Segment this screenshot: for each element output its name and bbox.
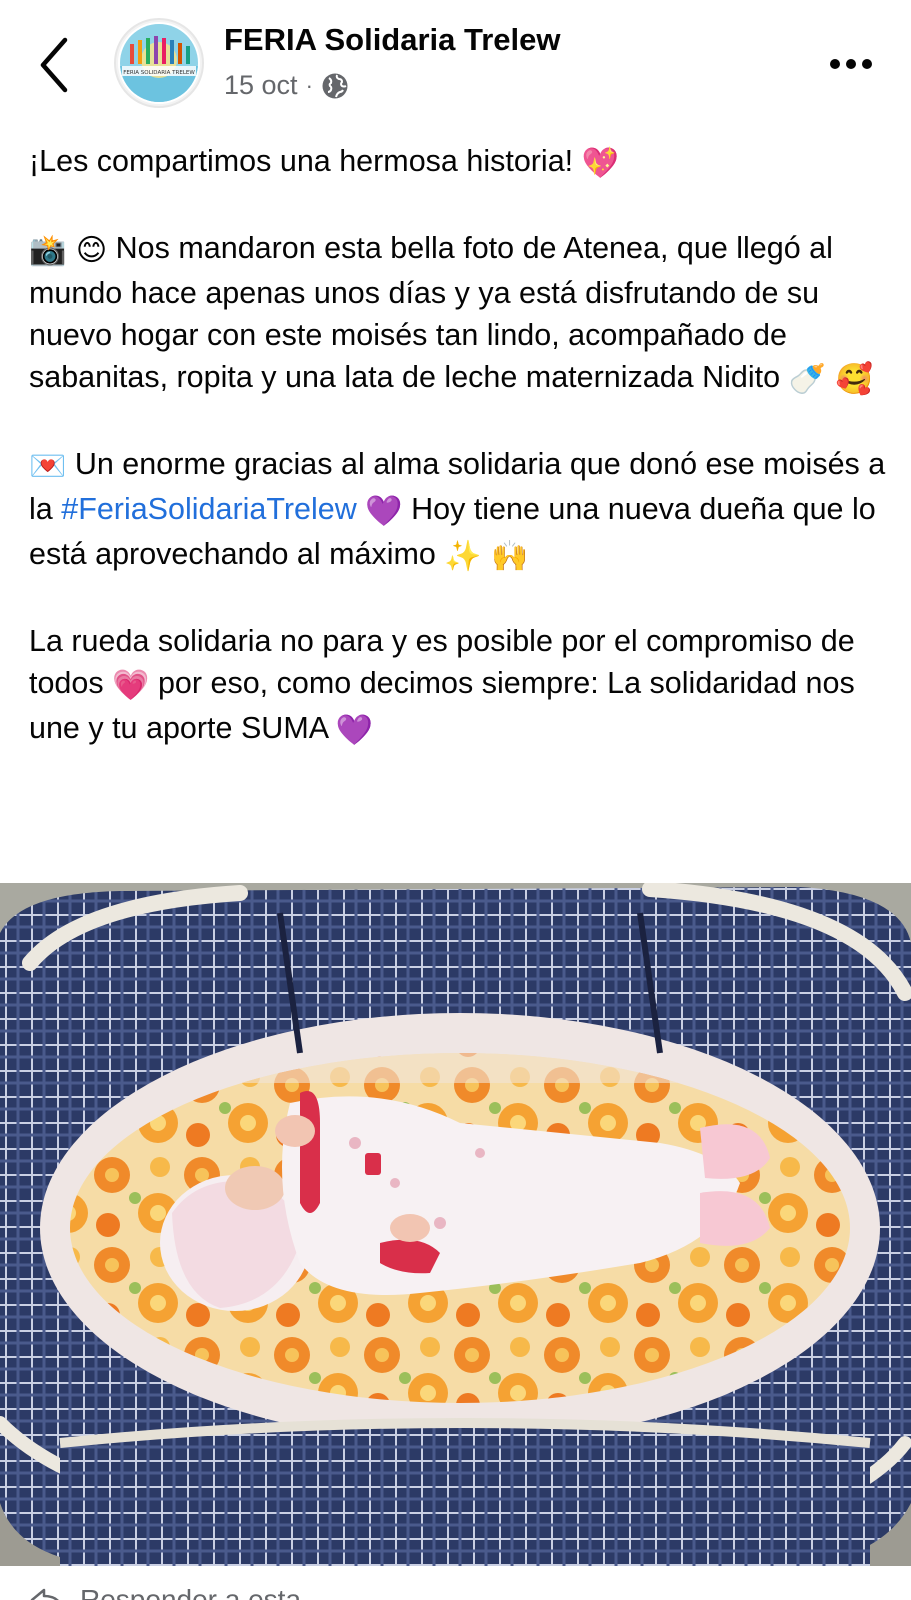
svg-text:FERIA SOLIDARIA TRELEW: FERIA SOLIDARIA TRELEW (123, 70, 195, 76)
post-paragraph-4: La rueda solidaria no para y es posible … (29, 620, 889, 752)
growing-heart-icon: 💗 (112, 668, 150, 703)
chevron-left-icon (40, 37, 68, 93)
love-letter-icon: 💌 (29, 449, 67, 484)
post-paragraph-3: 💌 Un enorme gracias al alma solidaria qu… (29, 443, 889, 578)
back-button[interactable] (30, 30, 78, 100)
post-paragraph-1: ¡Les compartimos una hermosa historia! 💖 (29, 140, 889, 185)
camera-smile-icon: 📸 😊 (29, 233, 108, 268)
post-page: FERIA SOLIDARIA TRELEW FERIA Solidaria T… (0, 0, 911, 1600)
sparkles-hands-icon: ✨ 🙌 (444, 539, 529, 574)
more-options-button[interactable] (821, 42, 881, 86)
purple-heart-icon: 💜 (335, 713, 374, 748)
globe-icon[interactable] (321, 72, 349, 100)
post-date[interactable]: 15 oct (224, 70, 298, 101)
page-name[interactable]: FERIA Solidaria Trelew (224, 22, 561, 58)
avatar-image: FERIA SOLIDARIA TRELEW (118, 22, 200, 104)
page-avatar[interactable]: FERIA SOLIDARIA TRELEW (114, 18, 204, 108)
post-meta: 15 oct · (224, 70, 349, 101)
hashtag-link[interactable]: #FeriaSolidariaTrelew (61, 492, 357, 526)
paragraph-text: ¡Les compartimos una hermosa historia! (29, 144, 574, 178)
post-photo[interactable] (0, 883, 911, 1566)
post-body: ¡Les compartimos una hermosa historia! 💖… (29, 140, 889, 752)
sparkling-heart-icon: 💖 (581, 146, 619, 181)
bottle-hearts-icon: 🍼 🥰 (788, 362, 873, 397)
paragraph-text: por eso, como decimos siempre: La solida… (29, 666, 855, 745)
more-horizontal-icon (830, 59, 872, 69)
share-row[interactable]: Responder a esta... (30, 1584, 324, 1600)
purple-heart-icon: 💜 (365, 494, 403, 529)
meta-separator: · (305, 72, 313, 98)
share-label: Responder a esta... (80, 1584, 325, 1600)
post-header: FERIA SOLIDARIA TRELEW FERIA Solidaria T… (0, 0, 911, 130)
share-icon (30, 1588, 59, 1600)
baby-bassinet-image (0, 883, 911, 1566)
post-paragraph-2: 📸 😊 Nos mandaron esta bella foto de Aten… (29, 227, 889, 401)
paragraph-text: Nos mandaron esta bella foto de Atenea, … (29, 231, 833, 394)
